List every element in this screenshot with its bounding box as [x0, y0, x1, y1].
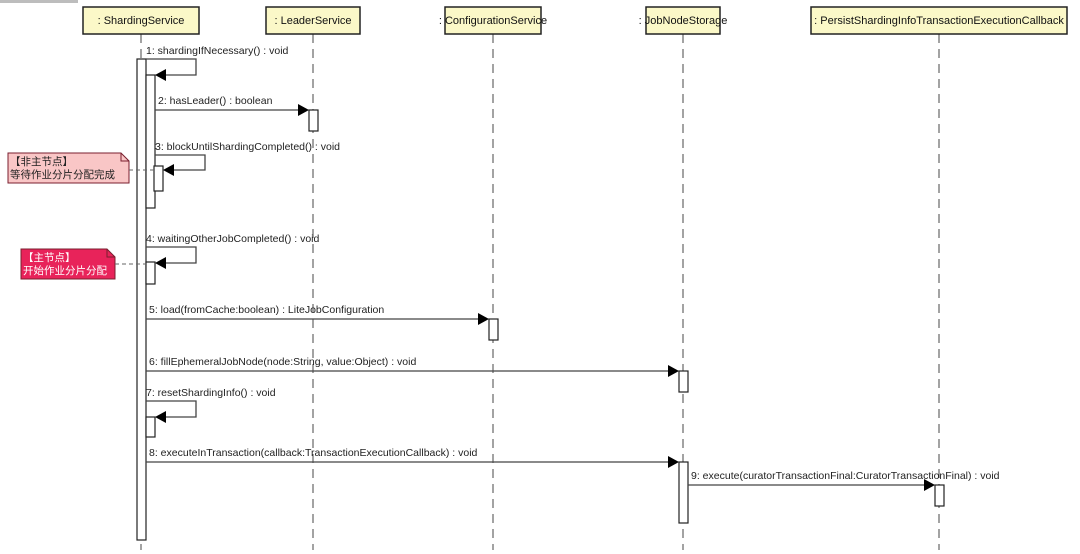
message-label: 2: hasLeader() : boolean	[158, 95, 273, 107]
arrowhead-icon	[155, 69, 166, 81]
arrowhead-icon	[155, 257, 166, 269]
message-9[interactable]: 9: execute(curatorTransactionFinal:Curat…	[688, 470, 1000, 491]
arrowhead-icon	[155, 411, 166, 423]
message-label: 7: resetShardingInfo() : void	[146, 387, 276, 399]
message-label: 6: fillEphemeralJobNode(node:String, val…	[149, 356, 416, 368]
arrowhead-icon	[478, 313, 489, 325]
activation-sharding-4	[145, 261, 156, 285]
message-label: 4: waitingOtherJobCompleted() : void	[146, 233, 319, 245]
note-title: 【主节点】	[23, 252, 76, 264]
lifeline-label: : JobNodeStorage	[639, 15, 728, 27]
lifeline-label: : LeaderService	[274, 15, 351, 27]
arrowhead-icon	[163, 164, 174, 176]
note-body: 等待作业分片分配完成	[10, 168, 115, 181]
lifeline-label: : ShardingService	[98, 15, 185, 27]
activation-config	[488, 318, 499, 341]
self-message-line	[146, 400, 197, 418]
message-label: 8: executeInTransaction(callback:Transac…	[149, 447, 478, 459]
message-5[interactable]: 5: load(fromCache:boolean) : LiteJobConf…	[146, 304, 489, 325]
lifeline-persist: : PersistShardingInfoTransactionExecutio…	[810, 6, 1068, 35]
message-label: 1: shardingIfNecessary() : void	[146, 45, 289, 57]
self-message-line	[146, 58, 197, 76]
message-6[interactable]: 6: fillEphemeralJobNode(node:String, val…	[146, 356, 679, 377]
note-master[interactable]: 【主节点】开始作业分片分配	[20, 248, 146, 280]
message-3[interactable]: 3: blockUntilShardingCompleted() : void	[155, 141, 340, 176]
message-label: 5: load(fromCache:boolean) : LiteJobConf…	[149, 304, 384, 316]
lifeline-label: : ConfigurationService	[439, 15, 547, 27]
message-7[interactable]: 7: resetShardingInfo() : void	[146, 387, 276, 423]
activation-persist	[934, 484, 945, 507]
arrowhead-icon	[298, 104, 309, 116]
lifeline-leader: : LeaderService	[265, 6, 361, 35]
activation-jobnode-8	[678, 461, 689, 524]
message-2[interactable]: 2: hasLeader() : boolean	[155, 95, 309, 116]
sequence-diagram: 1: shardingIfNecessary() : void 2: hasLea…	[7, 6, 1068, 550]
note-title: 【非主节点】	[10, 156, 73, 168]
activation-leader	[308, 109, 319, 132]
lifeline-jobnode: : JobNodeStorage	[639, 6, 728, 35]
lifeline-config: : ConfigurationService	[439, 6, 547, 35]
arrowhead-icon	[668, 365, 679, 377]
note-body: 开始作业分片分配	[23, 264, 107, 277]
arrowhead-icon	[668, 456, 679, 468]
message-1[interactable]: 1: shardingIfNecessary() : void	[146, 45, 289, 81]
lifeline-sharding: : ShardingService	[82, 6, 200, 35]
activation-sharding-3	[153, 165, 164, 192]
note-non-master[interactable]: 【非主节点】等待作业分片分配完成	[7, 152, 155, 184]
lifeline-label: : PersistShardingInfoTransactionExecutio…	[814, 15, 1064, 27]
activation-sharding-7	[145, 416, 156, 438]
message-label: 3: blockUntilShardingCompleted() : void	[155, 141, 340, 153]
activation-sharding-main	[136, 58, 147, 541]
message-8[interactable]: 8: executeInTransaction(callback:Transac…	[146, 447, 679, 468]
activation-jobnode-6	[678, 370, 689, 393]
self-message-line	[146, 246, 197, 264]
message-label: 9: execute(curatorTransactionFinal:Curat…	[691, 470, 1000, 482]
message-4[interactable]: 4: waitingOtherJobCompleted() : void	[146, 233, 319, 269]
